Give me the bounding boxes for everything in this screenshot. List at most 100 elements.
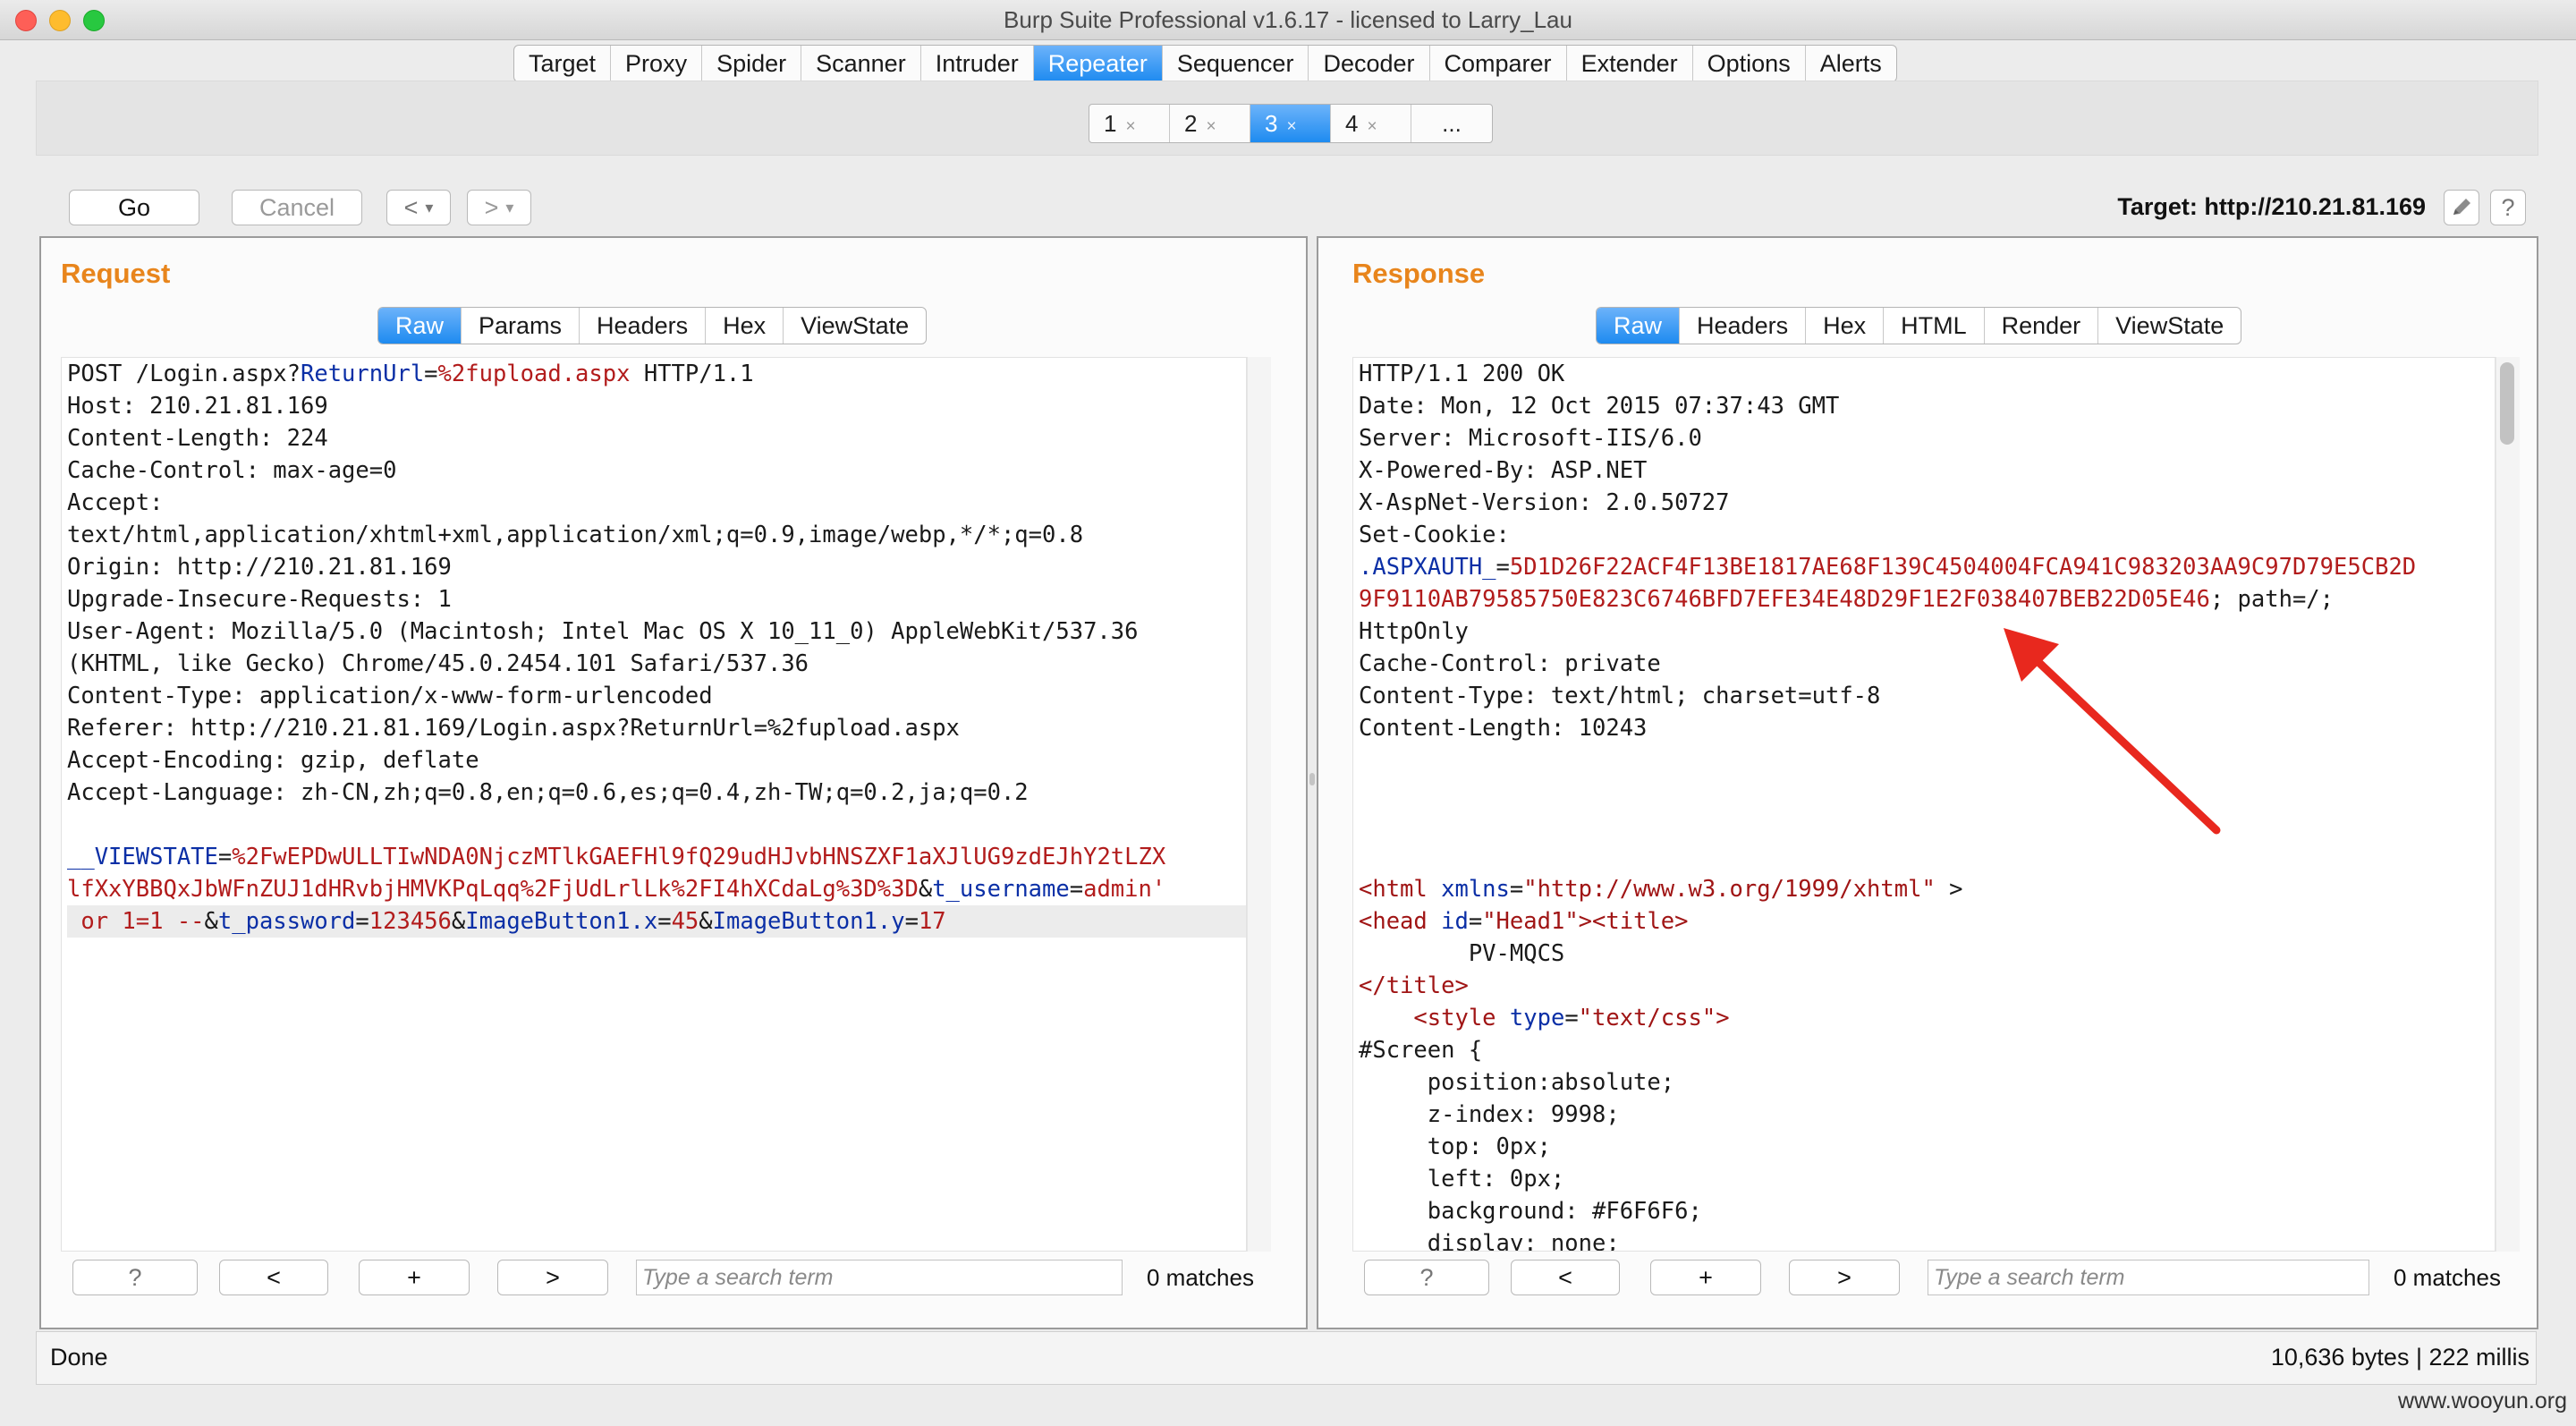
code-token: t_username bbox=[932, 876, 1070, 903]
go-button[interactable]: Go bbox=[69, 190, 199, 225]
code-token: or 1=1 -- bbox=[67, 908, 205, 935]
target-label: Target: http://210.21.81.169 bbox=[2117, 193, 2426, 220]
response-search-prev-button[interactable]: < bbox=[1511, 1260, 1620, 1295]
code-token: %2fupload.aspx bbox=[437, 361, 631, 387]
code-token: ImageButton1.x bbox=[465, 908, 658, 935]
repeater-tab-3[interactable]: 3 × bbox=[1250, 105, 1331, 142]
edit-target-button[interactable] bbox=[2444, 190, 2479, 225]
back-button[interactable]: < ▾ bbox=[386, 190, 451, 225]
forward-button[interactable]: > ▾ bbox=[467, 190, 531, 225]
code-token: Server: Microsoft-IIS/6.0 bbox=[1359, 425, 1702, 452]
code-token: top: 0px; bbox=[1359, 1133, 1551, 1160]
help-button[interactable]: ? bbox=[2490, 190, 2526, 225]
tool-tab-target[interactable]: Target bbox=[514, 46, 612, 81]
tool-tab-options[interactable]: Options bbox=[1693, 46, 1806, 81]
response-tab-hex[interactable]: Hex bbox=[1806, 308, 1885, 344]
response-tab-render[interactable]: Render bbox=[1985, 308, 2099, 344]
code-token: t_password bbox=[217, 908, 356, 935]
status-text: Done bbox=[50, 1344, 108, 1371]
code-token: = bbox=[217, 844, 233, 870]
request-tab-headers[interactable]: Headers bbox=[580, 308, 707, 344]
tool-tab-decoder[interactable]: Decoder bbox=[1309, 46, 1430, 81]
repeater-tab-4[interactable]: 4 × bbox=[1331, 105, 1411, 142]
code-line: or 1=1 --&t_password=123456&ImageButton1… bbox=[67, 905, 1246, 938]
tool-tab-extender[interactable]: Extender bbox=[1567, 46, 1693, 81]
tool-tab-sequencer[interactable]: Sequencer bbox=[1163, 46, 1309, 81]
code-token: z-index: 9998; bbox=[1359, 1101, 1620, 1128]
code-token: 5D1D26F22ACF4F13BE1817AE68F139C4504004FC… bbox=[1509, 554, 2417, 581]
response-search-input[interactable]: Type a search term bbox=[1928, 1260, 2369, 1295]
tool-tab-intruder[interactable]: Intruder bbox=[921, 46, 1034, 81]
chevron-left-icon: < bbox=[403, 194, 419, 221]
code-token: <head bbox=[1359, 908, 1442, 935]
response-search-help-button[interactable]: ? bbox=[1364, 1260, 1489, 1295]
cancel-button[interactable]: Cancel bbox=[232, 190, 362, 225]
code-line: <html xmlns="http://www.w3.org/1999/xhtm… bbox=[1359, 873, 2495, 905]
watermark: www.wooyun.org bbox=[2398, 1388, 2567, 1413]
request-tab-params[interactable]: Params bbox=[462, 308, 580, 344]
code-token: User-Agent: Mozilla/5.0 (Macintosh; Inte… bbox=[67, 618, 1139, 645]
code-line: Server: Microsoft-IIS/6.0 bbox=[1359, 422, 2495, 454]
code-token: POST /Login.aspx? bbox=[67, 361, 301, 387]
code-token: (KHTML, like Gecko) Chrome/45.0.2454.101… bbox=[67, 650, 809, 677]
close-tab-icon[interactable]: × bbox=[1125, 117, 1135, 136]
response-scrollbar-thumb[interactable] bbox=[2500, 362, 2514, 445]
code-token: </title> bbox=[1359, 972, 1469, 999]
request-tab-viewstate[interactable]: ViewState bbox=[784, 308, 926, 344]
repeater-tab-5[interactable]: ... bbox=[1411, 105, 1492, 142]
repeater-tab-2[interactable]: 2 × bbox=[1170, 105, 1250, 142]
tool-tab-alerts[interactable]: Alerts bbox=[1806, 46, 1896, 81]
request-search-add-button[interactable]: + bbox=[359, 1260, 470, 1295]
tool-tab-comparer[interactable]: Comparer bbox=[1430, 46, 1567, 81]
code-token: Origin: http://210.21.81.169 bbox=[67, 554, 452, 581]
code-line: background: #F6F6F6; bbox=[1359, 1195, 2495, 1227]
repeater-tab-1[interactable]: 1 × bbox=[1089, 105, 1170, 142]
tool-tab-proxy[interactable]: Proxy bbox=[611, 46, 703, 81]
code-line: Accept-Language: zh-CN,zh;q=0.8,en;q=0.6… bbox=[67, 777, 1246, 809]
code-line: top: 0px; bbox=[1359, 1131, 2495, 1163]
response-tab-headers[interactable]: Headers bbox=[1680, 308, 1807, 344]
response-tab-viewstate[interactable]: ViewState bbox=[2098, 308, 2241, 344]
code-line: </title> bbox=[1359, 970, 2495, 1002]
response-scrollbar[interactable] bbox=[2496, 357, 2520, 1252]
code-token: #Screen { bbox=[1359, 1037, 1483, 1064]
chevron-down-icon[interactable]: ▾ bbox=[505, 191, 513, 225]
request-tab-raw[interactable]: Raw bbox=[378, 308, 462, 344]
code-token: Cache-Control: max-age=0 bbox=[67, 457, 397, 484]
response-editor[interactable]: HTTP/1.1 200 OK Date: Mon, 12 Oct 2015 07… bbox=[1352, 357, 2496, 1252]
request-editor[interactable]: POST /Login.aspx?ReturnUrl=%2fupload.asp… bbox=[61, 357, 1247, 1252]
code-token: xmlns bbox=[1441, 876, 1510, 903]
code-line: PV-MQCS bbox=[1359, 938, 2495, 970]
request-search-help-button[interactable]: ? bbox=[72, 1260, 198, 1295]
close-tab-icon[interactable]: × bbox=[1206, 117, 1216, 136]
code-token: <style bbox=[1413, 1005, 1510, 1031]
close-tab-icon[interactable]: × bbox=[1367, 117, 1377, 136]
split-divider[interactable] bbox=[1308, 242, 1317, 1324]
response-search-add-button[interactable]: + bbox=[1650, 1260, 1761, 1295]
response-search-next-button[interactable]: > bbox=[1789, 1260, 1900, 1295]
code-token: = bbox=[424, 361, 438, 387]
tool-tab-spider[interactable]: Spider bbox=[702, 46, 802, 81]
response-tab-raw[interactable]: Raw bbox=[1597, 308, 1681, 344]
code-line: #Screen { bbox=[1359, 1034, 2495, 1066]
tool-tab-repeater[interactable]: Repeater bbox=[1033, 46, 1163, 81]
code-token: id bbox=[1441, 908, 1469, 935]
code-token: Accept-Encoding: gzip, deflate bbox=[67, 747, 479, 774]
request-search-next-button[interactable]: > bbox=[497, 1260, 608, 1295]
code-token: "Head1" bbox=[1482, 908, 1579, 935]
close-tab-icon[interactable]: × bbox=[1286, 117, 1296, 136]
code-token: lfXxYBBQxJbWFnZUJ1dHRvbjHMVKPqLqq%2FjUdL… bbox=[67, 876, 919, 903]
request-tab-hex[interactable]: Hex bbox=[706, 308, 784, 344]
request-search-input[interactable]: Type a search term bbox=[636, 1260, 1123, 1295]
request-search-prev-button[interactable]: < bbox=[219, 1260, 328, 1295]
code-line: Referer: http://210.21.81.169/Login.aspx… bbox=[67, 712, 1246, 744]
tool-tab-scanner[interactable]: Scanner bbox=[801, 46, 921, 81]
code-token: PV-MQCS bbox=[1359, 940, 1565, 967]
code-line: Set-Cookie: bbox=[1359, 519, 2495, 551]
response-tab-html[interactable]: HTML bbox=[1884, 308, 1985, 344]
annotation-arrow-icon bbox=[2004, 628, 2221, 835]
code-token: admin' bbox=[1083, 876, 1166, 903]
chevron-down-icon[interactable]: ▾ bbox=[425, 191, 433, 225]
request-scrollbar[interactable] bbox=[1247, 357, 1271, 1252]
